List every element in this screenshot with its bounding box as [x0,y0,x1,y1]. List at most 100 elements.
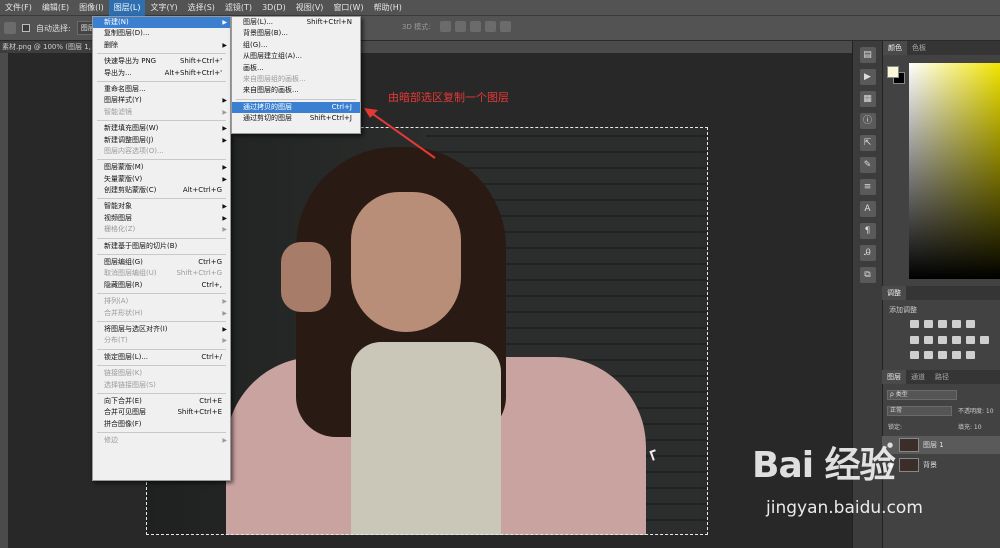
opacity-field[interactable]: 不透明度: 10 [958,406,994,415]
menu-layer[interactable]: 图层(L) [108,0,146,16]
play-action-icon[interactable]: ▶ [859,69,876,85]
glyph-icon[interactable]: Ꭿ [859,245,876,261]
menu-image[interactable]: 图像(I) [74,0,109,16]
selective-color-icon[interactable] [966,351,975,359]
brush-icon[interactable]: ✎ [859,157,876,173]
adjust-sliders-icon[interactable]: ≡ [859,179,876,195]
tab-swatches[interactable]: 色板 [907,41,931,55]
tab-adjustments[interactable]: 调整 [882,286,906,300]
menu-item[interactable]: 排列(A) ▶ [93,296,230,307]
3d-slide-icon[interactable] [485,21,496,32]
color-picker-field[interactable] [909,63,1000,279]
gradient-map-icon[interactable] [952,351,961,359]
menu-item[interactable]: 图层(L)... Shift+Ctrl+N [232,17,360,28]
channel-mixer-icon[interactable] [966,336,975,344]
paragraph-icon[interactable]: ¶ [859,223,876,239]
blend-mode-select[interactable]: 正常 [887,406,952,416]
foreground-color-swatch[interactable] [887,66,899,78]
menu-item[interactable]: 通过剪切的图层 Shift+Ctrl+J [232,113,360,124]
curves-icon[interactable] [938,320,947,328]
menu-view[interactable]: 视图(V) [291,0,329,16]
menu-item[interactable]: 取消图层编组(U) Shift+Ctrl+G [93,268,230,279]
menu-item[interactable]: 新建(N) ▶ [93,17,230,29]
hue-icon[interactable] [910,336,919,344]
menu-item[interactable]: 新建基于图层的切片(B) [93,241,230,252]
menu-window[interactable]: 窗口(W) [328,0,368,16]
auto-select-checkbox[interactable] [22,24,30,32]
character-icon[interactable]: A [859,201,876,217]
photo-filter-icon[interactable] [952,336,961,344]
transform-icon[interactable]: ⇱ [859,135,876,151]
menu-item[interactable]: 背景图层(B)... [232,28,360,39]
invert-icon[interactable] [910,351,919,359]
levels-icon[interactable] [924,320,933,328]
menu-3d[interactable]: 3D(D) [257,0,291,16]
menu-item[interactable]: 来自图层的画板... [232,85,360,96]
posterize-icon[interactable] [924,351,933,359]
menu-item[interactable]: 重命名图层... [93,84,230,95]
exposure-icon[interactable] [952,320,961,328]
menu-filter[interactable]: 滤镜(T) [220,0,257,16]
menu-item[interactable]: 矢量蒙版(V) ▶ [93,174,230,185]
3d-rotate-icon[interactable] [440,21,451,32]
tab-color[interactable]: 颜色 [883,41,907,55]
menu-item[interactable]: 从图层建立组(A)... [232,51,360,62]
menu-item[interactable]: 图层内容选项(O)... [93,146,230,157]
layer-row-layer1[interactable]: ● 图层 1 [882,436,1000,454]
menu-item[interactable]: 通过拷贝的图层 Ctrl+J [232,101,360,114]
menu-item[interactable]: 拼合图像(F) [93,419,230,430]
menu-item[interactable]: 锁定图层(L)... Ctrl+/ [93,352,230,363]
menu-item[interactable]: 选择链接图层(S) [93,380,230,391]
fill-field[interactable]: 填充: 10 [958,422,982,431]
menu-item[interactable]: 栅格化(Z) ▶ [93,224,230,235]
menu-help[interactable]: 帮助(H) [369,0,407,16]
menu-item[interactable]: 链接图层(K) [93,368,230,379]
tool-preset-icon[interactable]: ▦ [859,91,876,107]
menu-type[interactable]: 文字(Y) [145,0,182,16]
menu-item[interactable]: 快速导出为 PNG Shift+Ctrl+' [93,56,230,67]
move-tool-icon[interactable] [4,22,16,34]
menu-item[interactable]: 删除 ▶ [93,40,230,51]
menu-item[interactable]: 合并形状(H) ▶ [93,308,230,319]
menu-item[interactable]: 创建剪贴蒙版(C) Alt+Ctrl+G [93,185,230,196]
threshold-icon[interactable] [938,351,947,359]
menu-item[interactable]: 修边 ▶ [93,435,230,446]
3d-roll-icon[interactable] [455,21,466,32]
menu-item[interactable]: 图层样式(Y) ▶ [93,95,230,106]
menu-item[interactable]: 分布(T) ▶ [93,335,230,346]
properties-icon[interactable]: ⧉ [859,267,876,283]
black-white-icon[interactable] [938,336,947,344]
menu-item[interactable]: 向下合并(E) Ctrl+E [93,396,230,407]
menu-item[interactable]: 视频图层 ▶ [93,213,230,224]
menu-item[interactable]: 合并可见图层 Shift+Ctrl+E [93,407,230,418]
menu-item[interactable]: 隐藏图层(R) Ctrl+, [93,280,230,291]
menu-item[interactable]: 组(G)... [232,40,360,51]
vibrance-icon[interactable] [966,320,975,328]
layer-row-background[interactable]: ● 背景 [882,456,1000,474]
menu-item[interactable]: 画板... [232,63,360,74]
menu-item[interactable]: 导出为... Alt+Shift+Ctrl+' [93,68,230,79]
history-icon[interactable]: ▤ [859,47,876,63]
3d-scale-icon[interactable] [500,21,511,32]
menu-item[interactable]: 智能对象 ▶ [93,201,230,212]
info-icon[interactable]: ⓘ [859,113,876,129]
menu-edit[interactable]: 编辑(E) [37,0,74,16]
menu-item[interactable]: 将图层与选区对齐(I) ▶ [93,324,230,335]
tab-paths[interactable]: 路径 [930,370,954,384]
menu-item[interactable]: 图层编组(G) Ctrl+G [93,257,230,268]
tab-layers[interactable]: 图层 [882,370,906,384]
color-balance-icon[interactable] [924,336,933,344]
menu-select[interactable]: 选择(S) [183,0,220,16]
menu-item[interactable]: 新建填充图层(W) ▶ [93,123,230,134]
layer-kind-filter[interactable]: ρ 类型 [887,390,957,400]
3d-pan-icon[interactable] [470,21,481,32]
menu-file[interactable]: 文件(F) [0,0,37,16]
menu-item[interactable]: 来自图层组的画板... [232,74,360,85]
brightness-icon[interactable] [910,320,919,328]
color-lookup-icon[interactable] [980,336,989,344]
menu-item[interactable]: 图层蒙版(M) ▶ [93,162,230,173]
menu-item[interactable]: 智能滤镜 ▶ [93,107,230,118]
menu-item[interactable]: 复制图层(D)... [93,28,230,39]
menu-item[interactable]: 新建调整图层(J) ▶ [93,135,230,146]
tab-channels[interactable]: 通道 [906,370,930,384]
